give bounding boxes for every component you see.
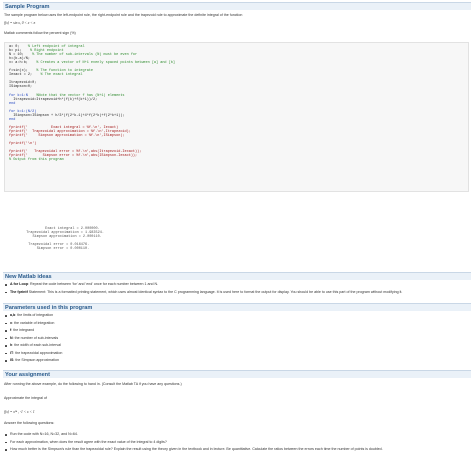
code-comment: % The number of sub-intervals (N) must b…: [23, 53, 138, 58]
list-item: IS: the Simpson approximation: [4, 357, 62, 365]
code-text: Itrapezoid=Itrapezoid+h*(f(k)+f(k+1))/2;: [9, 97, 98, 102]
code-text: ISimpson=ISimpson + h/3*(f(2*k-1)+4*f(2*…: [9, 113, 125, 118]
list-term: A for Loop: [10, 282, 29, 286]
matlab-ideas-header: New Matlab ideas: [3, 272, 471, 280]
code-comment: % Output from this program: [9, 158, 64, 163]
code-text: end: [9, 101, 16, 106]
code-text: end: [9, 117, 16, 122]
sample-formula: f(x) = sin x, 0 < x < π: [4, 21, 36, 25]
assignment-list: Run the code with N=16, N=32, and N=64. F…: [4, 431, 383, 454]
list-item: x: the variable of integration: [4, 320, 62, 328]
parameters-list: a,b: the limits of integration x: the var…: [4, 312, 62, 365]
ideas-list: A for Loop: Repeat the code between 'for…: [4, 281, 402, 296]
code-text: fprintf(' Simpson approximation = %f.\n'…: [9, 134, 125, 139]
assignment-answer-intro: Answer the following questions:: [4, 421, 55, 425]
comments-note: Matlab comments follow the percent sign …: [4, 31, 76, 35]
sample-program-header: Sample Program: [3, 2, 471, 10]
code-block: a= 0; % Left endpoint of integral b= pi; …: [4, 42, 469, 192]
list-text: : the variable of integration: [12, 320, 55, 325]
list-item: A for Loop: Repeat the code between 'for…: [4, 281, 402, 289]
code-comment: % The exact integral: [32, 73, 83, 78]
list-item: a,b: the limits of integration: [4, 312, 62, 320]
document-page: Sample Program The sample program below …: [0, 0, 474, 463]
assignment-header: Your assignment: [3, 370, 471, 378]
code-text: Iexact = 2;: [9, 73, 33, 78]
list-text: : the limits of integration: [15, 313, 54, 317]
list-item: f: the integrand: [4, 327, 62, 335]
code-text: x= a:h:b;: [9, 61, 28, 66]
code-text: fprintf('\n'): [9, 142, 37, 147]
list-item: The fprintf Statement: This is a formatt…: [4, 289, 402, 297]
list-text: : the width of each sub-interval: [12, 343, 61, 347]
sample-intro: The sample program below uses the left-e…: [4, 13, 243, 17]
list-item: N: the number of sub-intervals: [4, 335, 62, 343]
list-text: Statement: This is a formatted printing …: [27, 289, 403, 294]
list-item: h: the width of each sub-interval: [4, 342, 62, 350]
list-item: For each approximation, when does the re…: [4, 439, 383, 447]
output-line: Simpson error = 0.000110.: [22, 247, 90, 252]
list-item: How much better is the Simpson's rule th…: [4, 446, 383, 454]
code-text: ISimpson=0;: [9, 85, 33, 90]
assignment-intro: After running the above example, do the …: [4, 382, 182, 386]
list-item: IT: the trapezoidal approximation: [4, 350, 62, 358]
assignment-formula: f(x) = x²⁴ , -1 < x < 1: [4, 410, 35, 414]
output-line: Simpson approximation = 2.000110.: [22, 235, 102, 240]
list-text: : the integrand: [11, 328, 35, 332]
list-item: Run the code with N=16, N=32, and N=64.: [4, 431, 383, 439]
list-text: : the Simpson approximation: [13, 358, 59, 362]
list-text: : the trapezoidal approximation: [13, 350, 63, 355]
code-line: % Output from this program: [9, 158, 464, 162]
program-output: Exact integral = 2.000000. Trapezoidal a…: [22, 227, 104, 252]
parameters-header: Parameters used in this program: [3, 303, 471, 311]
assignment-approx: Approximate the integral of: [4, 396, 47, 400]
list-term: The fprintf: [10, 289, 28, 294]
list-text: : Repeat the code between 'for' and 'end…: [28, 282, 159, 286]
code-comment: % Creates a vector of N+1 evenly spaced …: [27, 61, 175, 66]
list-text: : the number of sub-intervals: [12, 335, 59, 340]
